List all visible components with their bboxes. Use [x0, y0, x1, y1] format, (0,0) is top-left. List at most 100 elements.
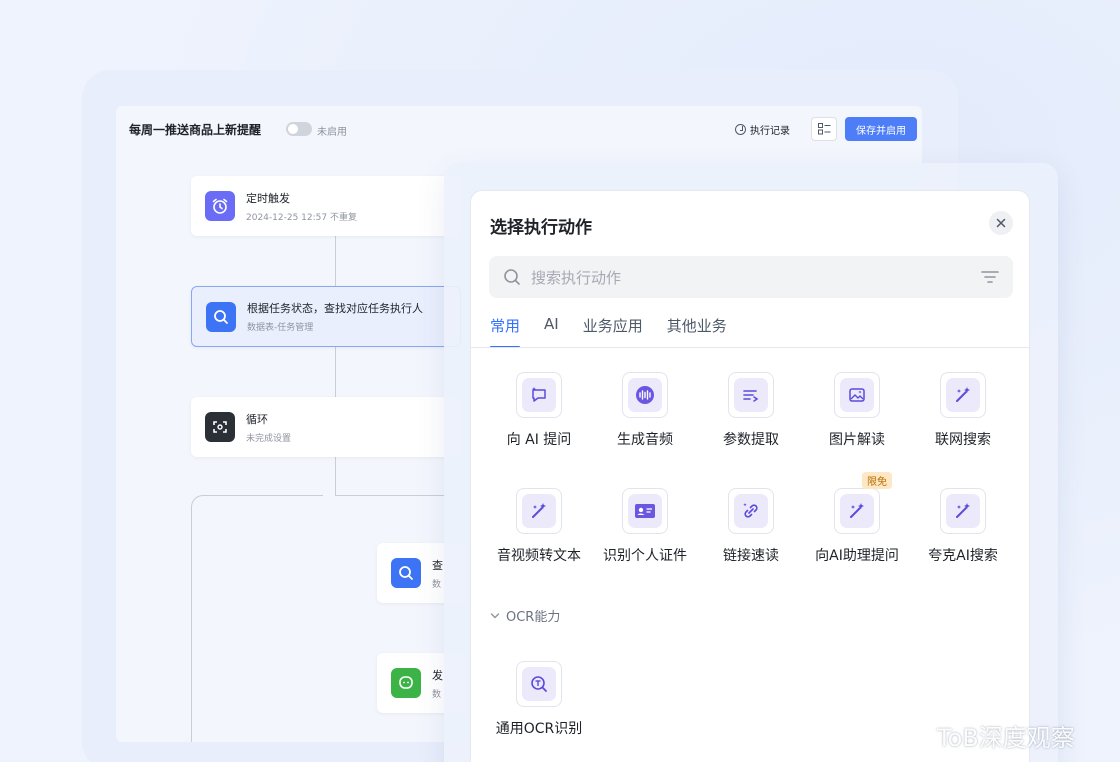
action-generate-audio[interactable]: 生成音频 [592, 372, 698, 449]
node-title: 循环 [246, 412, 268, 426]
node-title: 根据任务状态，查找对应任务执行人 [247, 302, 423, 315]
loop-connector-line [191, 508, 192, 742]
connector-line [335, 236, 336, 286]
enable-toggle[interactable] [286, 122, 312, 136]
link-spark-icon [743, 503, 758, 518]
action-quark-ai-search[interactable]: 夸克AI搜索 [910, 488, 1016, 565]
action-label: 参数提取 [723, 432, 779, 448]
chevron-down-icon [490, 612, 500, 618]
node-icon-box [205, 191, 235, 221]
save-and-enable-button[interactable]: 保存并启用 [845, 117, 917, 141]
connector-line [335, 495, 445, 496]
dialog-title: 选择执行动作 [490, 218, 592, 238]
action-image-interpret[interactable]: 图片解读 [804, 372, 910, 449]
node-icon-box [391, 668, 421, 698]
watermark-text: ToB深度观察 [937, 724, 1075, 752]
action-icon-frame [728, 488, 774, 534]
action-icon-frame: 限免 [834, 472, 892, 534]
action-label: 图片解读 [829, 432, 885, 448]
node-title: 发 [432, 668, 443, 682]
magic-wand-icon [956, 387, 970, 402]
action-category-tabs: 常用 AI 业务应用 其他业务 [490, 315, 727, 348]
node-title: 定时触发 [246, 191, 290, 205]
node-subtitle: 数据表-任务管理 [247, 323, 314, 333]
action-icon-frame [940, 372, 986, 418]
node-icon-box [205, 412, 235, 442]
connector-line [335, 457, 336, 495]
tab-other-business[interactable]: 其他业务 [667, 315, 727, 348]
action-label: 联网搜索 [935, 432, 991, 448]
tab-business-apps[interactable]: 业务应用 [583, 315, 643, 348]
workflow-title: 每周一推送商品上新提醒 [129, 123, 262, 137]
node-subtitle: 2024-12-25 12:57 不重复 [246, 212, 357, 223]
audio-wave-icon [636, 386, 654, 404]
node-subtitle: 数 [432, 689, 442, 700]
magic-wand-icon [850, 503, 864, 518]
filter-icon[interactable] [981, 269, 999, 285]
id-card-icon [635, 504, 655, 518]
loop-connector-line [205, 495, 323, 496]
connector-line [335, 346, 336, 397]
checklist-icon [817, 123, 830, 135]
close-button[interactable] [989, 211, 1013, 235]
node-title: 查 [432, 558, 443, 572]
action-link-quick-read[interactable]: 链接速读 [698, 488, 804, 565]
alarm-clock-icon [212, 198, 228, 214]
close-icon [996, 218, 1006, 228]
ocr-section-toggle[interactable]: OCR能力 [490, 606, 560, 625]
checklist-button[interactable] [811, 117, 837, 141]
action-extract-params[interactable]: 参数提取 [698, 372, 804, 449]
action-label: 向AI助理提问 [815, 548, 899, 564]
toggle-status-label: 未启用 [317, 127, 347, 138]
search-icon [214, 309, 228, 324]
ai-chat-icon [532, 387, 546, 402]
action-label: 生成音频 [617, 432, 673, 448]
ocr-scan-icon [531, 676, 547, 692]
action-icon-frame [516, 372, 562, 418]
action-icon-frame [516, 661, 562, 707]
action-ask-ai[interactable]: 向 AI 提问 [486, 372, 592, 449]
select-action-dialog: 选择执行动作 搜索执行动作 常用 AI 业务应用 其他业务 向 AI 提问 生成… [470, 190, 1030, 762]
tabs-divider [471, 347, 1029, 348]
action-label: 识别个人证件 [603, 548, 687, 564]
action-label: 链接速读 [723, 548, 779, 564]
node-subtitle: 数 [432, 579, 442, 590]
action-icon-frame [622, 372, 668, 418]
action-label: 向 AI 提问 [506, 432, 572, 448]
action-label: 夸克AI搜索 [928, 548, 998, 564]
image-spark-icon [849, 388, 865, 402]
flow-node-loop[interactable]: 循环 未完成设置 [191, 397, 461, 457]
section-title: OCR能力 [506, 610, 561, 625]
history-clock-icon [735, 124, 746, 135]
action-general-ocr[interactable]: 通用OCR识别 [486, 661, 592, 738]
action-icon-frame [834, 372, 880, 418]
action-icon-frame [622, 488, 668, 534]
node-icon-box [206, 301, 236, 332]
flow-node-timer-trigger[interactable]: 定时触发 2024-12-25 12:57 不重复 [191, 176, 461, 236]
exec-log-label: 执行记录 [750, 126, 790, 137]
action-id-recognition[interactable]: 识别个人证件 [592, 488, 698, 565]
action-icon-frame [940, 488, 986, 534]
search-icon [504, 269, 520, 285]
exec-log-button[interactable]: 执行记录 [735, 122, 790, 137]
node-icon-box [391, 558, 421, 588]
tab-common[interactable]: 常用 [490, 315, 521, 348]
action-av-to-text[interactable]: 音视频转文本 [486, 488, 592, 565]
chat-icon [399, 676, 413, 689]
flow-node-find-assignee[interactable]: 根据任务状态，查找对应任务执行人 数据表-任务管理 [191, 286, 461, 347]
action-icon-frame [516, 488, 562, 534]
weibo-logo-icon [894, 724, 928, 751]
loop-icon [213, 421, 227, 433]
tab-ai[interactable]: AI [544, 315, 559, 348]
watermark: ToB深度观察 [893, 718, 1075, 753]
node-subtitle: 未完成设置 [246, 433, 292, 444]
search-icon [399, 566, 413, 580]
action-icon-frame [728, 372, 774, 418]
action-search-input[interactable]: 搜索执行动作 [489, 256, 1013, 298]
action-ask-ai-assistant[interactable]: 限免 向AI助理提问 [804, 472, 910, 565]
action-label: 通用OCR识别 [495, 721, 583, 737]
action-web-search[interactable]: 联网搜索 [910, 372, 1016, 449]
magic-wand-icon [532, 503, 546, 518]
action-label: 音视频转文本 [497, 548, 581, 564]
magic-wand-icon [956, 503, 970, 518]
